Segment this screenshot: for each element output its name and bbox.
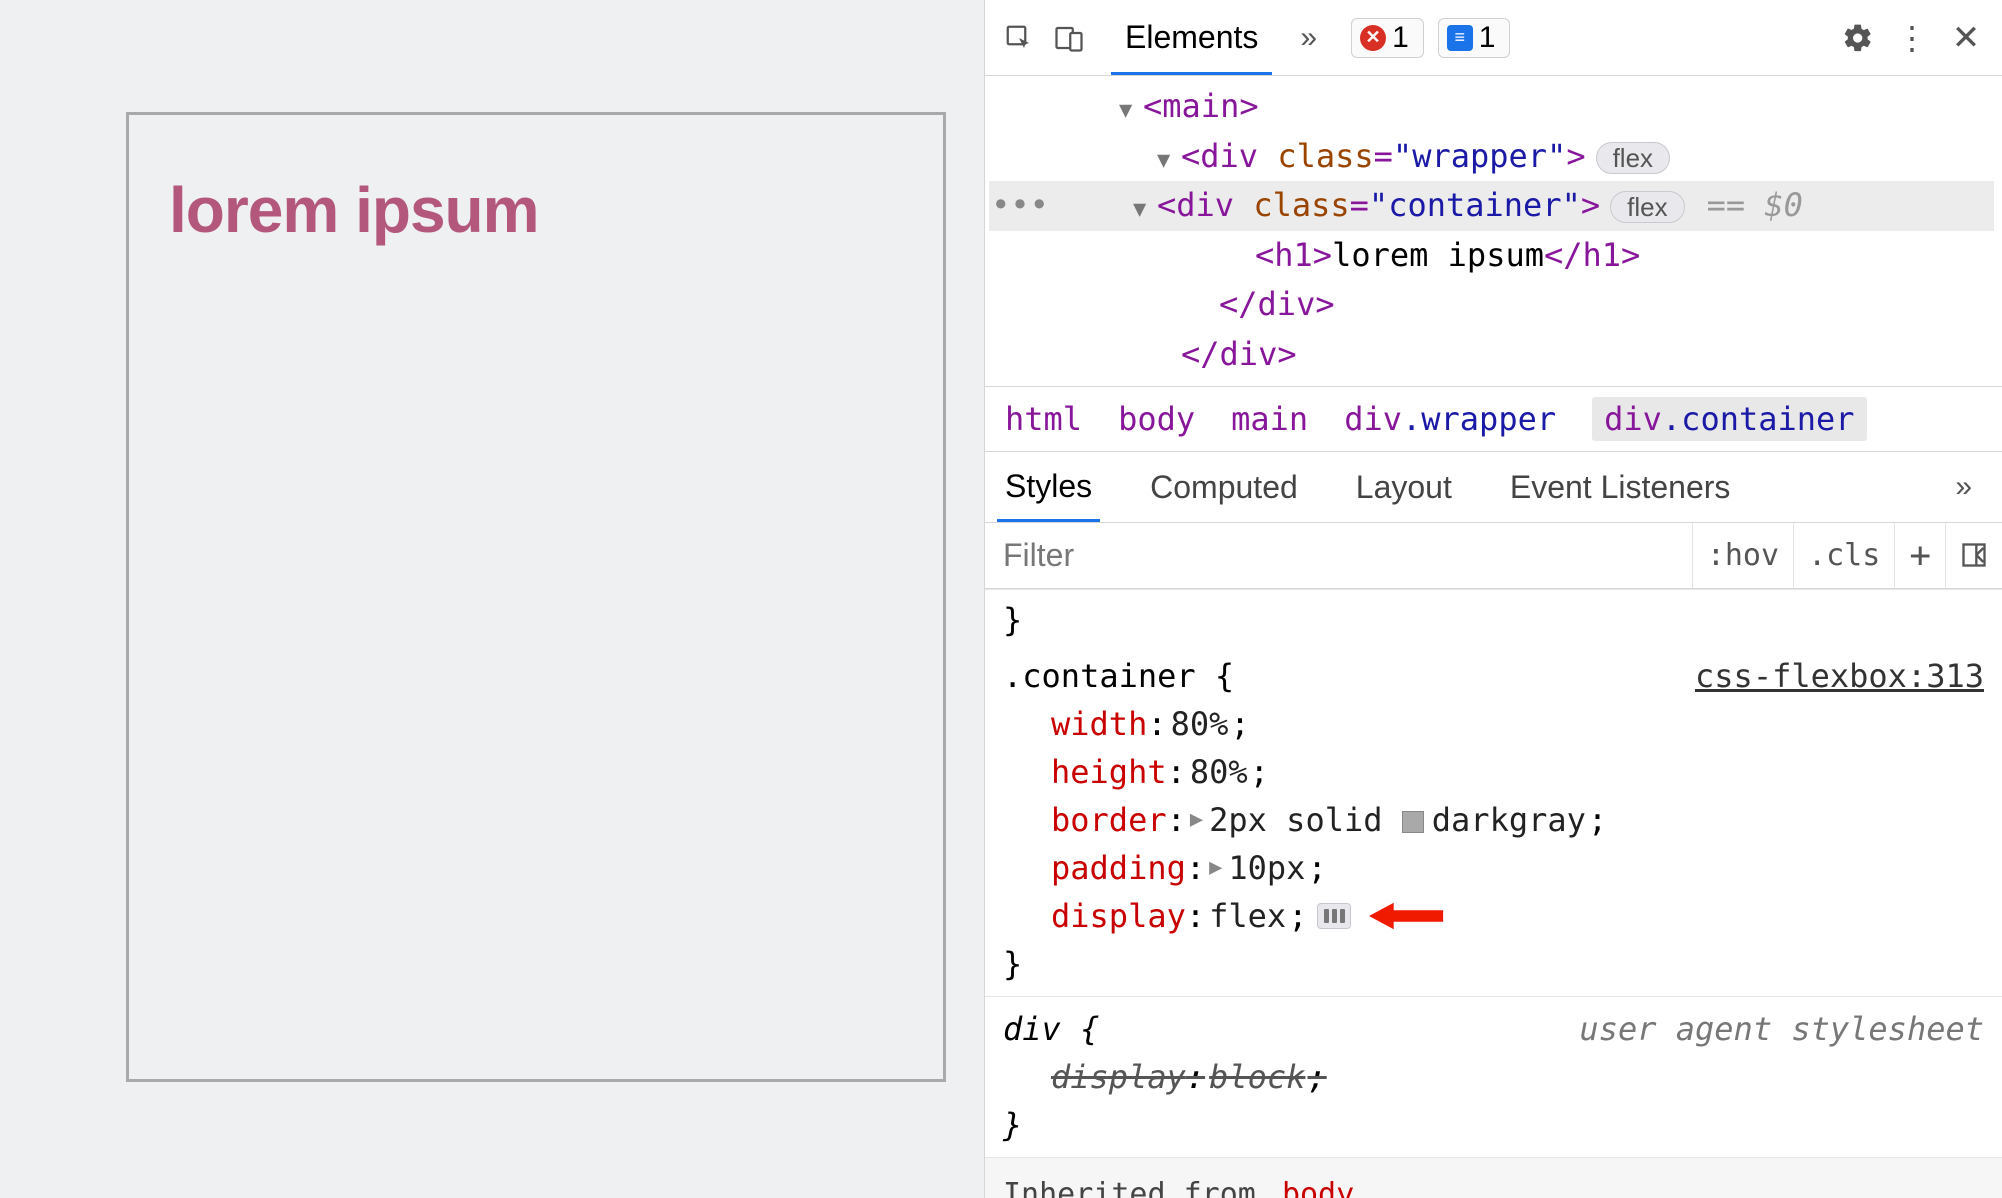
page-heading: lorem ipsum bbox=[169, 173, 903, 247]
cls-toggle[interactable]: .cls bbox=[1793, 523, 1894, 588]
rule-source-ua: user agent stylesheet bbox=[1579, 1005, 1984, 1053]
rendered-page: lorem ipsum bbox=[0, 0, 984, 1198]
rule-div-ua[interactable]: user agent stylesheet div { display: blo… bbox=[985, 997, 2002, 1158]
tab-styles[interactable]: Styles bbox=[997, 452, 1100, 522]
flex-badge[interactable]: flex bbox=[1596, 142, 1670, 174]
computed-sidebar-toggle-icon[interactable] bbox=[1945, 523, 2002, 588]
dom-node-main[interactable]: ▼<main> bbox=[989, 82, 1994, 132]
issues-count: 1 bbox=[1479, 21, 1496, 55]
errors-badge[interactable]: ✕ 1 bbox=[1351, 18, 1424, 58]
rule-selector[interactable]: .container bbox=[1003, 657, 1196, 695]
errors-count: 1 bbox=[1392, 21, 1409, 55]
crumb-wrapper[interactable]: div.wrapper bbox=[1344, 400, 1556, 438]
annotation-arrow-icon bbox=[1369, 894, 1445, 938]
crumb-html[interactable]: html bbox=[1005, 400, 1082, 438]
dom-node-close-div-1[interactable]: </div> bbox=[989, 280, 1994, 330]
dom-node-container[interactable]: ••• ▼<div class="container">flex== $0 bbox=[989, 181, 1994, 231]
prop-display-overridden[interactable]: display: block; bbox=[1051, 1053, 1984, 1101]
tab-computed[interactable]: Computed bbox=[1142, 453, 1306, 520]
selected-marker: == $0 bbox=[1707, 186, 1803, 224]
devtools-panel: Elements » ✕ 1 ≡ 1 ⋮ ✕ ▼<main> ▼<div cla bbox=[984, 0, 2002, 1198]
crumb-container[interactable]: div.container bbox=[1592, 397, 1866, 441]
rule-selector[interactable]: div bbox=[1003, 1010, 1061, 1048]
color-swatch[interactable] bbox=[1402, 811, 1424, 833]
expand-shorthand-icon[interactable]: ▶ bbox=[1190, 803, 1203, 836]
prop-width[interactable]: width: 80%; bbox=[1051, 700, 1984, 748]
settings-icon[interactable] bbox=[1836, 22, 1880, 54]
breadcrumb: html body main div.wrapper div.container bbox=[985, 386, 2002, 451]
inherited-label: Inherited from bbox=[1003, 1177, 1256, 1198]
flexbox-editor-icon[interactable] bbox=[1317, 903, 1351, 929]
new-style-rule-button[interactable]: + bbox=[1894, 523, 1945, 588]
crumb-body[interactable]: body bbox=[1118, 400, 1195, 438]
dom-tree[interactable]: ▼<main> ▼<div class="wrapper">flex ••• ▼… bbox=[985, 76, 2002, 386]
styles-rules: } css-flexbox:313 .container { width: 80… bbox=[985, 589, 2002, 1198]
container-box: lorem ipsum bbox=[126, 112, 946, 1082]
expand-shorthand-icon[interactable]: ▶ bbox=[1209, 851, 1222, 884]
dom-node-close-div-2[interactable]: </div> bbox=[989, 330, 1994, 380]
prev-rule-brace-close: } bbox=[1003, 601, 1022, 639]
inspect-element-icon[interactable] bbox=[999, 18, 1039, 58]
issue-icon: ≡ bbox=[1447, 25, 1473, 51]
kebab-menu-icon[interactable]: ⋮ bbox=[1890, 19, 1934, 57]
styles-subtabs: Styles Computed Layout Event Listeners » bbox=[985, 451, 2002, 523]
rule-source-link[interactable]: css-flexbox:313 bbox=[1695, 652, 1984, 700]
prop-padding[interactable]: padding:▶ 10px; bbox=[1051, 844, 1984, 892]
gutter-dots-icon[interactable]: ••• bbox=[989, 181, 1051, 231]
error-icon: ✕ bbox=[1360, 25, 1386, 51]
flex-badge[interactable]: flex bbox=[1610, 191, 1684, 223]
subtabs-overflow-icon[interactable]: » bbox=[1937, 470, 1990, 504]
styles-filter-bar: :hov .cls + bbox=[985, 523, 2002, 589]
prop-height[interactable]: height: 80%; bbox=[1051, 748, 1984, 796]
tabs-overflow-icon[interactable]: » bbox=[1282, 21, 1335, 55]
devtools-toolbar: Elements » ✕ 1 ≡ 1 ⋮ ✕ bbox=[985, 0, 2002, 76]
tab-layout[interactable]: Layout bbox=[1348, 453, 1460, 520]
tab-elements[interactable]: Elements bbox=[1111, 1, 1272, 75]
crumb-main[interactable]: main bbox=[1231, 400, 1308, 438]
hov-toggle[interactable]: :hov bbox=[1692, 523, 1793, 588]
device-toggle-icon[interactable] bbox=[1049, 18, 1089, 58]
inherited-from-element[interactable]: body bbox=[1282, 1177, 1354, 1198]
issues-badge[interactable]: ≡ 1 bbox=[1438, 18, 1511, 58]
close-icon[interactable]: ✕ bbox=[1944, 18, 1988, 58]
dom-node-wrapper[interactable]: ▼<div class="wrapper">flex bbox=[989, 132, 1994, 182]
styles-filter-input[interactable] bbox=[985, 523, 1692, 588]
tab-event-listeners[interactable]: Event Listeners bbox=[1502, 453, 1739, 520]
dom-node-h1[interactable]: <h1>lorem ipsum</h1> bbox=[989, 231, 1994, 281]
prop-display[interactable]: display: flex; bbox=[1051, 892, 1984, 940]
prop-border[interactable]: border:▶ 2px solid darkgray; bbox=[1051, 796, 1984, 844]
rule-container[interactable]: css-flexbox:313 .container { width: 80%;… bbox=[985, 644, 2002, 997]
inherited-section: Inherited from body bbox=[985, 1158, 2002, 1198]
